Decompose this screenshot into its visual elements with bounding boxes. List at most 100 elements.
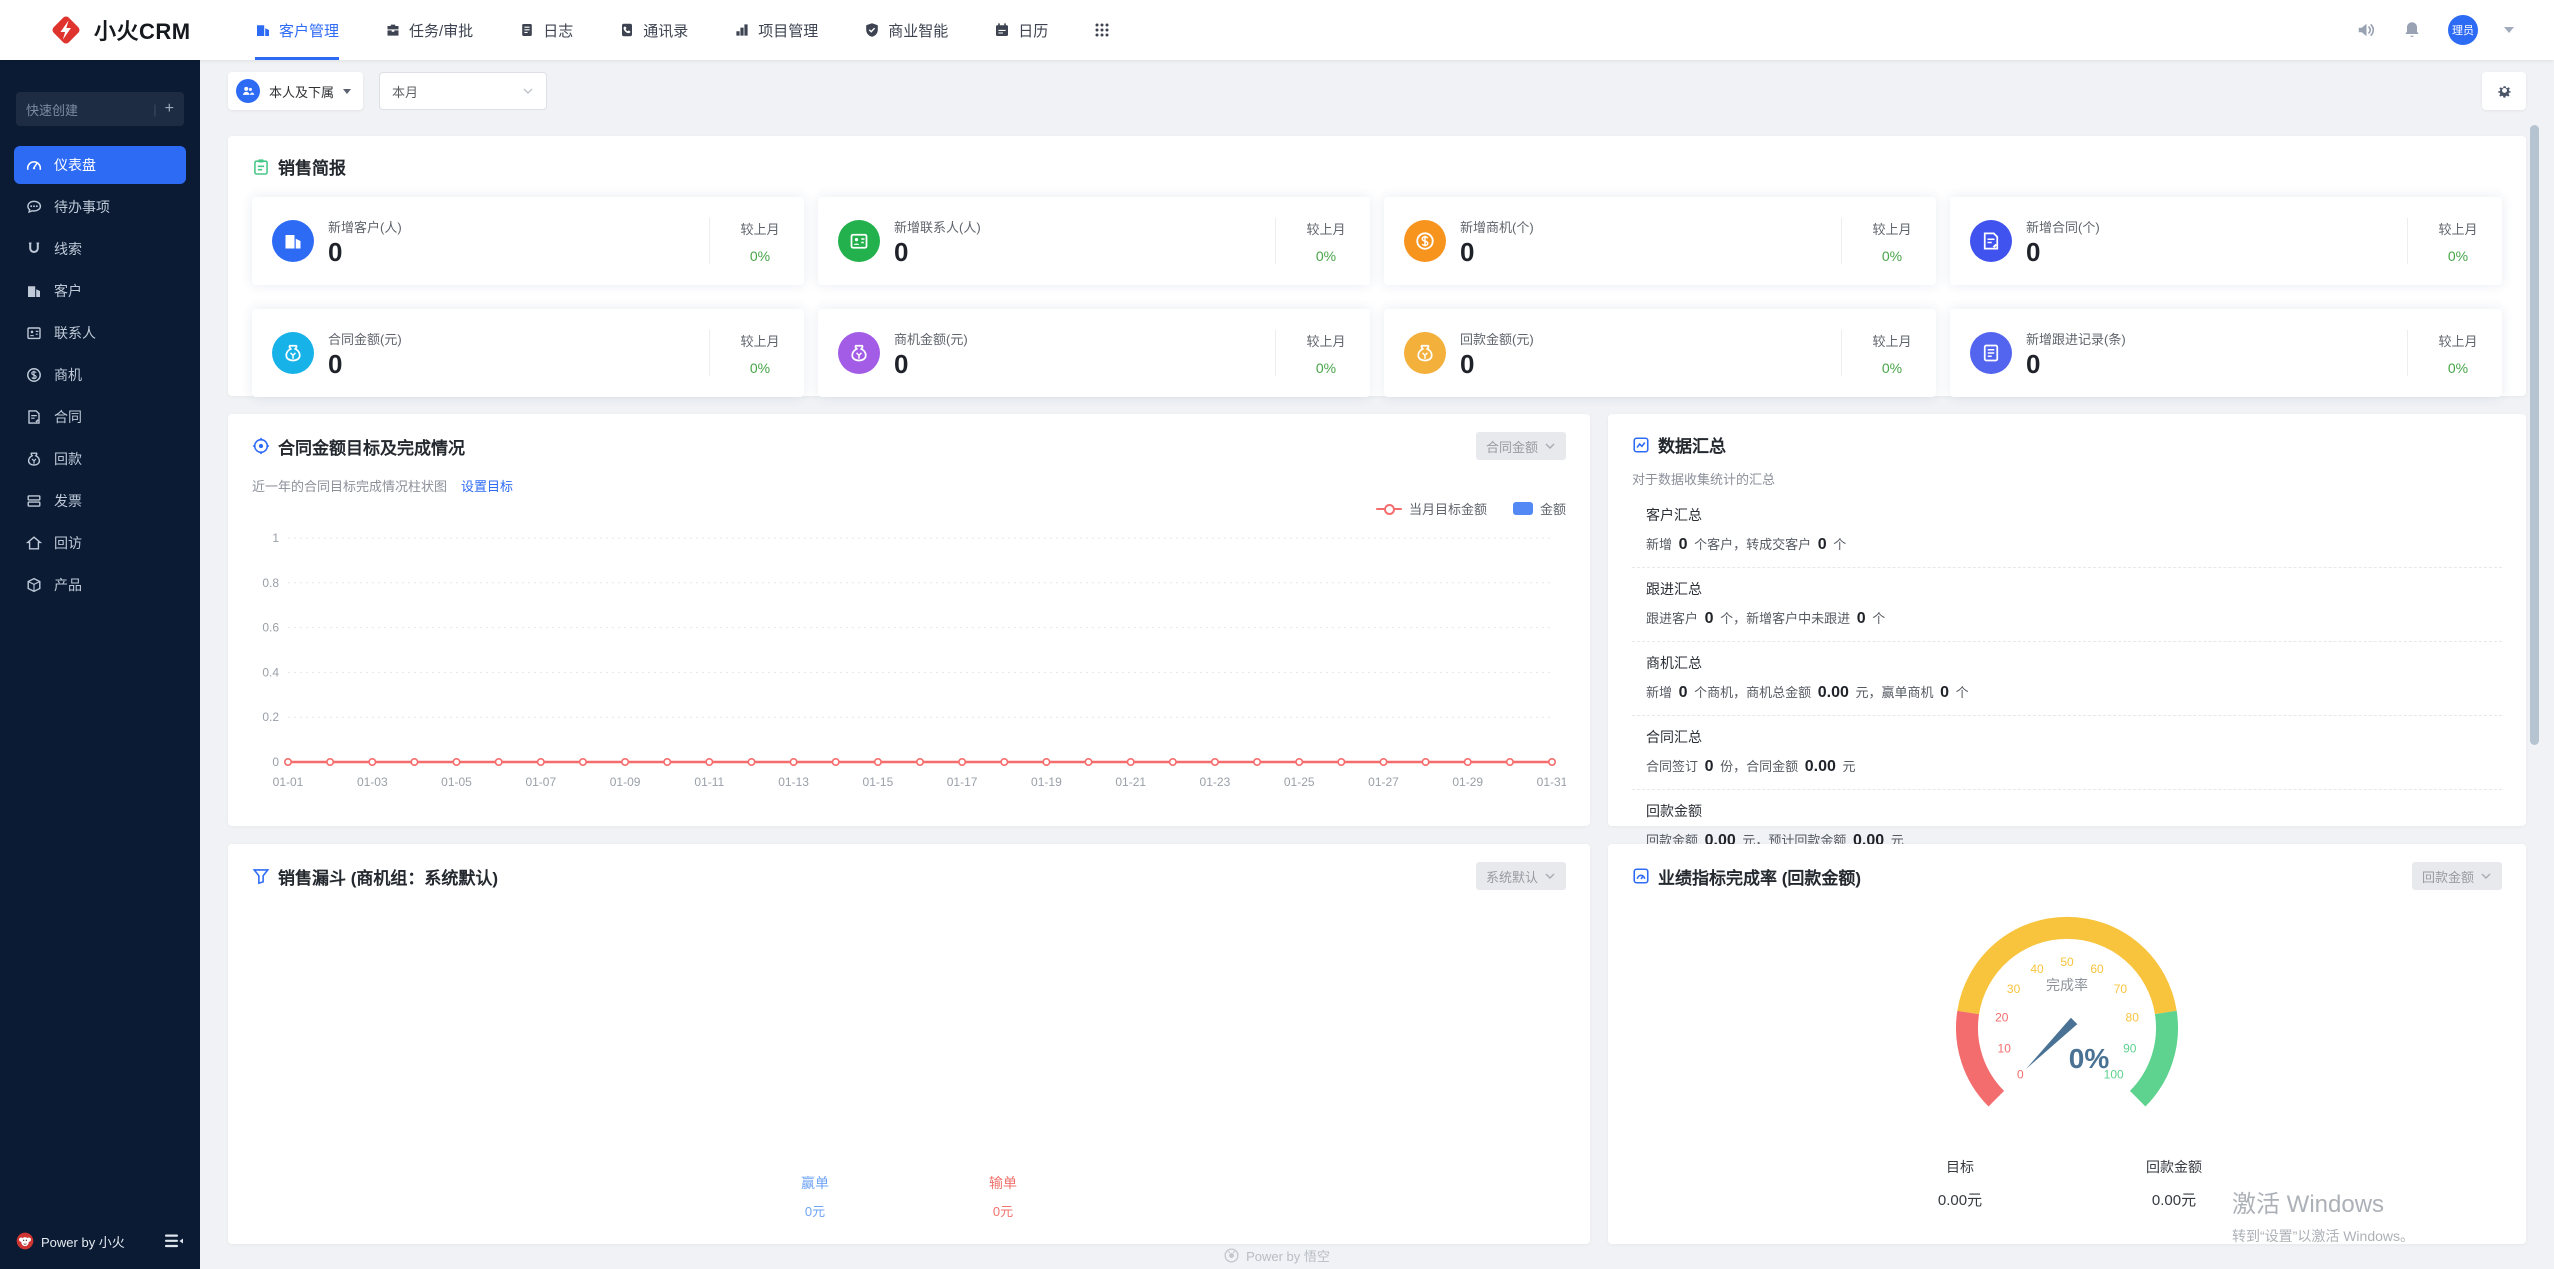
svg-text:01-31: 01-31 — [1537, 775, 1566, 789]
compare-value: 0% — [1302, 248, 1350, 264]
quick-create-label: 快速创建 — [26, 100, 145, 119]
period-value: 本月 — [392, 82, 418, 101]
speaker-icon[interactable] — [2356, 20, 2376, 40]
stat-value: 0 — [328, 351, 709, 377]
sidebar-item-visits[interactable]: 回访 — [14, 524, 186, 562]
gauge-chart-icon — [1632, 867, 1650, 885]
stat-label: 新增客户(人) — [328, 217, 709, 236]
list-icon — [1970, 332, 2012, 374]
powered-by-text: Power by 悟空 — [1246, 1246, 1330, 1265]
svg-text:01-01: 01-01 — [273, 775, 304, 789]
stat-card-new-contracts: 新增合同(个)0较上月0% — [1950, 197, 2502, 285]
svg-text:01-05: 01-05 — [441, 775, 472, 789]
scope-filter-button[interactable]: 本人及下属 — [228, 72, 363, 110]
sidebar-item-customers[interactable]: 客户 — [14, 272, 186, 310]
user-menu-caret-icon[interactable] — [2504, 27, 2514, 33]
sidebar-item-dashboard[interactable]: 仪表盘 — [14, 146, 186, 184]
sidebar-item-receivables[interactable]: 回款 — [14, 440, 186, 478]
bag-icon — [26, 451, 42, 467]
svg-text:80: 80 — [2126, 1011, 2140, 1025]
sidebar-item-opportunities[interactable]: 商机 — [14, 356, 186, 394]
chevron-down-icon — [1544, 440, 1556, 452]
contract-target-subtitle: 近一年的合同目标完成情况柱状图 — [252, 476, 447, 495]
gear-icon — [2496, 83, 2513, 100]
contract-target-title: 合同金额目标及完成情况 — [278, 434, 465, 459]
compare-label: 较上月 — [2434, 219, 2482, 238]
legend-amount[interactable]: 金额 — [1513, 499, 1566, 518]
brand-name: 小火CRM — [94, 14, 191, 46]
dashboard-settings-button[interactable] — [2482, 72, 2526, 110]
summary-section-title: 客户汇总 — [1646, 505, 2488, 525]
magnet-icon — [26, 241, 42, 257]
svg-text:10: 10 — [1998, 1041, 2012, 1055]
tab-project-management[interactable]: 项目管理 — [734, 0, 818, 60]
summary-section-title: 合同汇总 — [1646, 727, 2488, 747]
sidebar-item-products[interactable]: 产品 — [14, 566, 186, 604]
sales-brief-panel: 销售简报 新增客户(人)0较上月0%新增联系人(人)0较上月0%新增商机(个)0… — [228, 136, 2526, 396]
stat-value: 0 — [894, 351, 1275, 377]
svg-text:01-17: 01-17 — [947, 775, 978, 789]
stat-card-contract-amount: 合同金额(元)0较上月0% — [252, 309, 804, 397]
calendar-icon — [994, 22, 1010, 38]
tab-business-intelligence[interactable]: 商业智能 — [864, 0, 948, 60]
funnel-win[interactable]: 赢单 0元 — [801, 1173, 829, 1220]
set-target-link[interactable]: 设置目标 — [461, 476, 513, 495]
clipboard-icon — [252, 158, 270, 176]
bell-icon[interactable] — [2402, 20, 2422, 40]
main-content: 本人及下属 本月 销售简报 新增客户(人)0较上月0%新增联系人(人)0较 — [200, 60, 2554, 1269]
data-summary-header: 数据汇总 — [1632, 432, 2502, 457]
plus-icon[interactable]: + — [165, 100, 174, 118]
scope-caret-icon — [343, 89, 351, 94]
bag-icon — [272, 332, 314, 374]
funnel-lose[interactable]: 输单 0元 — [989, 1173, 1017, 1220]
gauge-metric-selector[interactable]: 回款金额 — [2412, 862, 2502, 890]
flame-logo-icon — [48, 12, 84, 48]
tab-customer-management[interactable]: 客户管理 — [255, 0, 339, 60]
svg-text:0%: 0% — [2069, 1043, 2110, 1074]
bag-icon — [1404, 332, 1446, 374]
sidebar-item-todo[interactable]: 待办事项 — [14, 188, 186, 226]
building-icon — [255, 22, 271, 38]
apps-grid-button[interactable] — [1094, 0, 1110, 60]
funnel-icon — [252, 867, 270, 885]
contract-amount-selector[interactable]: 合同金额 — [1476, 432, 1566, 460]
contract-target-chart: 00.20.40.60.8101-0101-0301-0501-0701-090… — [252, 524, 1566, 799]
tab-journal[interactable]: 日志 — [519, 0, 573, 60]
primary-nav: 客户管理任务/审批日志通讯录项目管理商业智能日历 — [255, 0, 1110, 60]
stat-value: 0 — [894, 239, 1275, 265]
sidebar-item-leads[interactable]: 线索 — [14, 230, 186, 268]
chevron-down-icon — [1544, 870, 1556, 882]
svg-text:70: 70 — [2114, 982, 2128, 996]
contract-target-header: 合同金额目标及完成情况 合同金额 — [252, 432, 1566, 460]
svg-text:0.4: 0.4 — [262, 665, 279, 679]
collapse-sidebar-icon[interactable] — [164, 1233, 184, 1249]
briefcase-icon — [385, 22, 401, 38]
compare-label: 较上月 — [1302, 219, 1350, 238]
cube-icon — [26, 577, 42, 593]
legend-target-amount[interactable]: 当月目标金额 — [1376, 499, 1487, 518]
scrollbar-thumb[interactable] — [2530, 125, 2539, 745]
tab-tasks-approval[interactable]: 任务/审批 — [385, 0, 473, 60]
divider — [2407, 330, 2408, 376]
sidebar-item-contacts[interactable]: 联系人 — [14, 314, 186, 352]
sidebar-footer: Power by 小火 — [0, 1221, 200, 1261]
performance-gauge-header: 业绩指标完成率 (回款金额) 回款金额 — [1632, 862, 2502, 890]
tab-calendar[interactable]: 日历 — [994, 0, 1048, 60]
stat-label: 新增合同(个) — [2026, 217, 2407, 236]
quick-create-button[interactable]: 快速创建 | + — [16, 92, 184, 126]
gauge-stats: 目标 0.00元 回款金额 0.00元 — [1918, 1157, 2216, 1210]
compare-label: 较上月 — [736, 219, 784, 238]
svg-text:40: 40 — [2030, 962, 2044, 976]
sidebar-item-invoices[interactable]: 发票 — [14, 482, 186, 520]
svg-text:完成率: 完成率 — [2046, 977, 2088, 993]
compare-value: 0% — [736, 360, 784, 376]
summary-section: 跟进汇总跟进客户 0 个，新增客户中未跟进 0 个 — [1632, 568, 2502, 642]
funnel-group-selector[interactable]: 系统默认 — [1476, 862, 1566, 890]
header-actions: 理员 — [2356, 15, 2514, 45]
brand-logo[interactable]: 小火CRM — [48, 12, 213, 48]
user-avatar[interactable]: 理员 — [2448, 15, 2478, 45]
period-select[interactable]: 本月 — [379, 72, 547, 110]
people-icon — [236, 79, 260, 103]
tab-address-book[interactable]: 通讯录 — [619, 0, 688, 60]
sidebar-item-contracts[interactable]: 合同 — [14, 398, 186, 436]
